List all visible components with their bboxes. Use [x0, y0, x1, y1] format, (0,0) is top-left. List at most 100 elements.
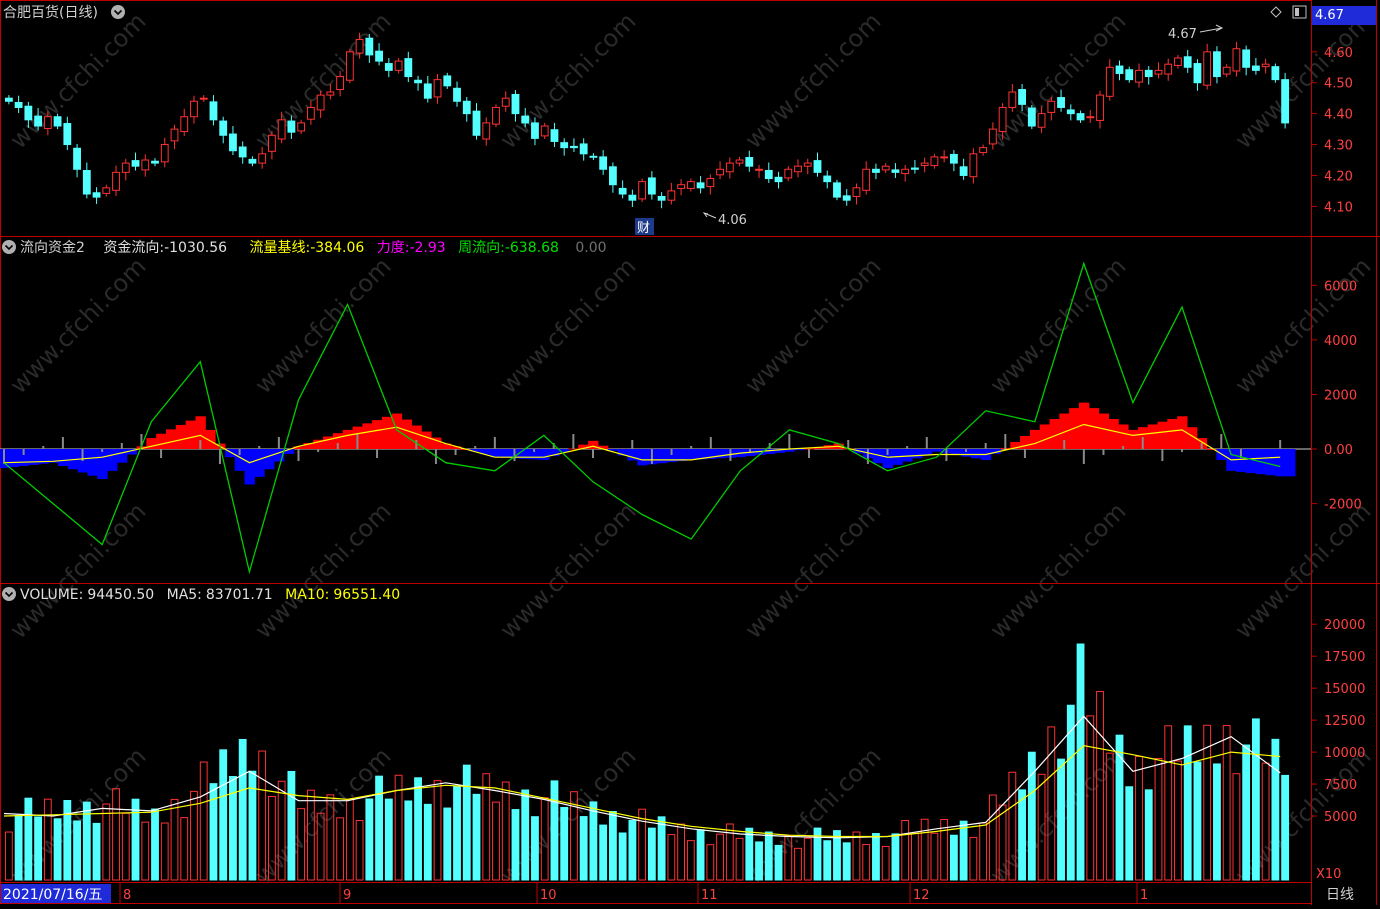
- volume-bar: [716, 833, 724, 881]
- low-price-label: 4.06: [718, 213, 747, 228]
- volume-bar: [365, 798, 374, 881]
- flow-bar: [166, 429, 177, 450]
- volume-bar: [1057, 758, 1065, 881]
- volume-bar: [14, 814, 23, 881]
- volume-bar: [901, 820, 910, 881]
- flow-bar: [539, 449, 550, 460]
- title-dropdown-icon[interactable]: [111, 5, 125, 19]
- candle-body: [784, 168, 793, 179]
- candle-body: [433, 79, 442, 98]
- candle-body: [443, 75, 452, 87]
- volume-bar: [911, 832, 919, 881]
- flow-bar: [1039, 424, 1051, 450]
- volume-tick-label: 12500: [1324, 714, 1365, 729]
- candle-body: [1018, 89, 1026, 105]
- candle-body: [677, 184, 686, 189]
- flow-tick-label: -2000: [1324, 498, 1362, 513]
- candle-body: [1242, 49, 1251, 68]
- candle-body: [326, 91, 335, 96]
- candle-body: [803, 162, 812, 167]
- volume-bar: [930, 832, 939, 881]
- volume-bar: [219, 749, 228, 881]
- period-label[interactable]: 日线: [1326, 887, 1354, 903]
- pane2-header: 流向资金2 资金流向:-1030.56 流量基线:-384.06 力度:-2.9…: [2, 239, 607, 256]
- baseline-label: 流量基线:: [250, 239, 311, 256]
- watermark-text: www.cfchi.com: [494, 7, 641, 154]
- candle-body: [34, 115, 43, 127]
- volume-bar: [589, 801, 598, 881]
- volume-bar: [1174, 760, 1182, 881]
- watermark-text: www.cfchi.com: [4, 7, 151, 154]
- watermark-text: www.cfchi.com: [249, 742, 396, 889]
- volume-bar: [686, 840, 695, 881]
- volume-bar: [375, 775, 383, 881]
- window-toggle-icon[interactable]: [1292, 5, 1307, 19]
- watermark-text: www.cfchi.com: [739, 7, 886, 154]
- volume-bar: [618, 832, 627, 881]
- volume-bar: [453, 785, 461, 881]
- window-toggle-inner-icon: [1295, 8, 1299, 16]
- volume-bar: [404, 800, 413, 881]
- candle-body: [277, 119, 286, 140]
- candle-body: [959, 166, 968, 176]
- volume-bar: [794, 847, 802, 881]
- candle-body: [940, 156, 949, 159]
- candle-body: [511, 93, 520, 115]
- volume-bar: [560, 806, 569, 881]
- candle-body: [618, 187, 627, 195]
- watermark-text: www.cfchi.com: [984, 497, 1131, 644]
- flow-bar: [1118, 424, 1129, 450]
- indicator-dropdown-icon[interactable]: [2, 240, 16, 254]
- flow-bar: [87, 449, 98, 476]
- volume-bar: [433, 780, 442, 881]
- candle-body: [1047, 100, 1056, 113]
- volume-tick-label: 15000: [1324, 682, 1365, 697]
- weekly-label: 周流向:: [458, 240, 505, 256]
- candle-body: [180, 116, 189, 133]
- volume-dropdown-icon[interactable]: [2, 587, 16, 601]
- volume-bar: [764, 831, 773, 881]
- volume-bar: [531, 816, 539, 881]
- flow-bar: [381, 416, 393, 450]
- candle-body: [190, 100, 198, 118]
- month-label: 10: [540, 888, 557, 903]
- flow-bar: [185, 420, 196, 450]
- candle-body: [988, 128, 997, 145]
- candle-body: [501, 97, 510, 107]
- volume-bar: [112, 788, 120, 881]
- candle-body: [297, 122, 306, 132]
- volume-bar: [131, 798, 140, 881]
- watermark-text: www.cfchi.com: [4, 252, 151, 399]
- volume-bar: [102, 803, 111, 881]
- candle-body: [774, 176, 783, 183]
- candle-body: [794, 165, 802, 173]
- diamond-icon[interactable]: [1270, 6, 1282, 18]
- candle-body: [238, 146, 247, 158]
- flow-tick-label: 6000: [1324, 279, 1357, 294]
- ma5-value: 83701.71: [206, 587, 273, 603]
- volume-bar: [1213, 763, 1221, 881]
- candle-body: [102, 187, 111, 194]
- flow-tick-label: 2000: [1324, 388, 1357, 403]
- volume-bar: [803, 837, 812, 881]
- candle-body: [1125, 69, 1134, 81]
- candle-body: [462, 100, 471, 115]
- volume-bar: [462, 764, 471, 881]
- candle-body: [638, 181, 647, 200]
- volume-bar: [579, 816, 588, 881]
- candle-body: [1154, 69, 1163, 75]
- watermark-text: www.cfchi.com: [1229, 7, 1376, 154]
- strength-label: 力度:: [377, 240, 410, 256]
- ma10-value: 96551.40: [333, 587, 400, 603]
- volume-bar: [170, 798, 179, 881]
- candle-body: [151, 160, 159, 164]
- high-arrow-icon: [1199, 24, 1224, 33]
- candle-body: [1174, 57, 1182, 66]
- candle-body: [560, 142, 569, 149]
- candle-body: [531, 122, 539, 139]
- candle-body: [1076, 113, 1085, 121]
- volume-bar: [696, 829, 705, 881]
- finance-marker-text: 财: [637, 221, 650, 236]
- chart-stage: www.cfchi.com www.cfchi.com www.cfchi.com w…: [0, 0, 1380, 905]
- volume-bar: [345, 798, 354, 881]
